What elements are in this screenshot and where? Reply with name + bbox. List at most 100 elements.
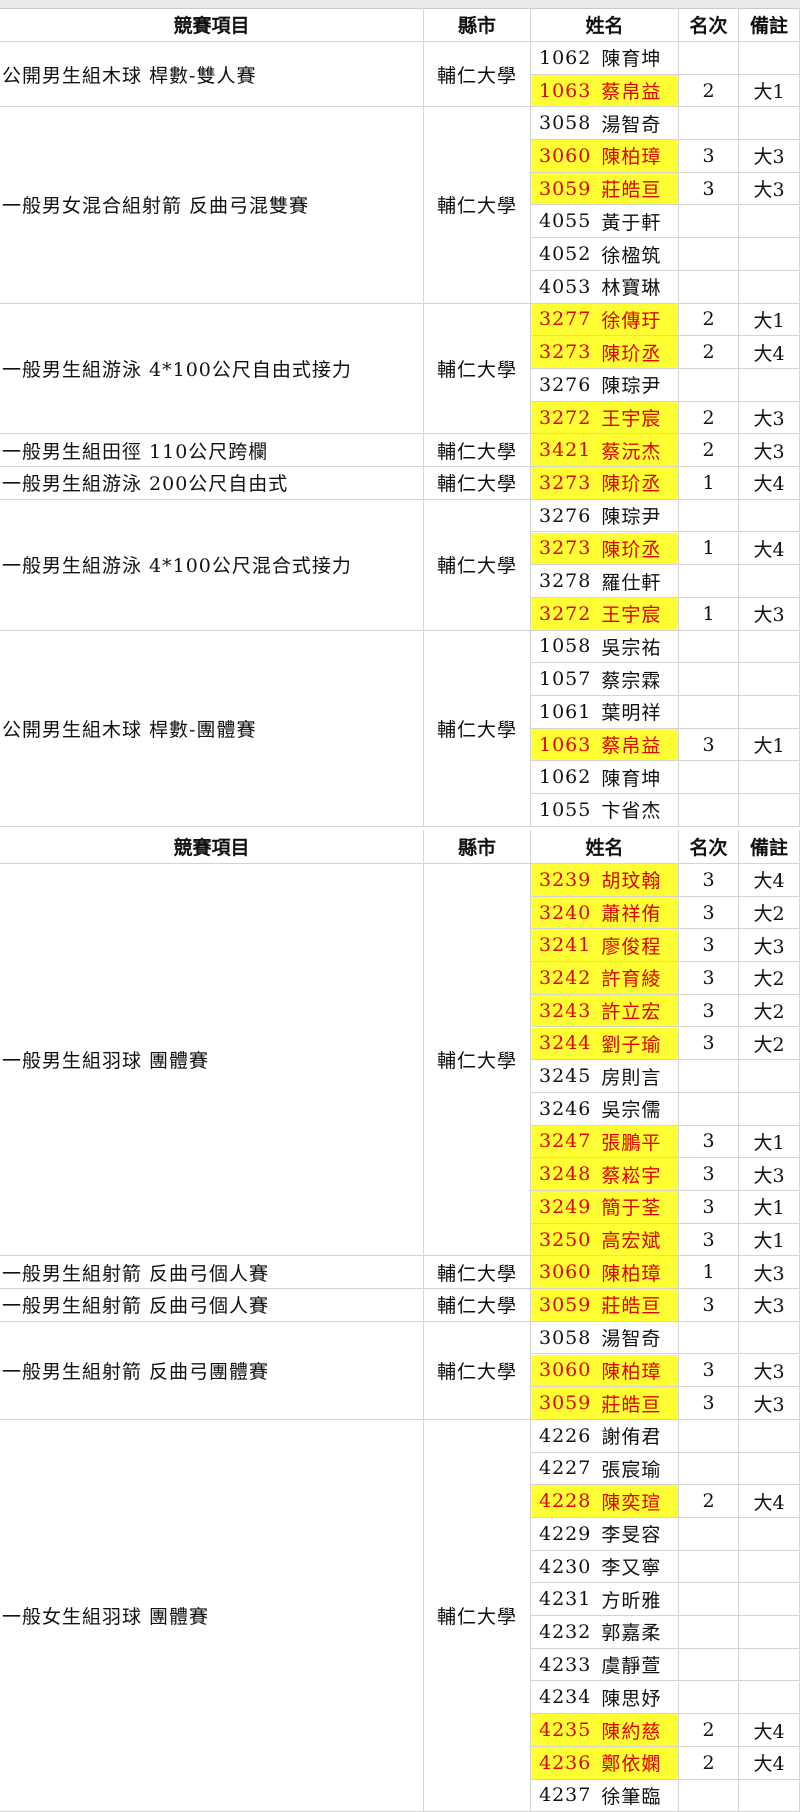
athlete-name: 陳柏璋 — [601, 146, 662, 169]
athlete-name: 湯智奇 — [601, 1328, 662, 1351]
rank-cell: 2 — [679, 1485, 739, 1518]
note-cell — [739, 565, 800, 598]
cell-text: 大4 — [753, 342, 785, 365]
cell-text: 備註 — [749, 15, 788, 37]
athlete-name: 王宇宸 — [601, 408, 662, 431]
athlete-cell: 3277 徐傳玗 — [531, 303, 679, 337]
cell-text: 輔仁大學 — [436, 1262, 517, 1285]
athlete-name: 陳玠丞 — [601, 473, 662, 496]
cell-text: 2 — [702, 79, 715, 102]
athlete-id: 3248 — [539, 1163, 592, 1186]
athlete-id: 4236 — [539, 1751, 592, 1774]
athlete-name: 莊皓亘 — [601, 1393, 662, 1416]
rank-cell — [679, 1583, 739, 1617]
rank-cell: 3 — [679, 1191, 739, 1224]
header-city: 縣市 — [424, 830, 531, 864]
rank-cell — [679, 1550, 739, 1584]
cell-text: 3 — [702, 733, 715, 756]
athlete-name: 羅仕軒 — [601, 571, 662, 594]
athlete-cell: 4052 徐楹筑 — [531, 238, 679, 271]
note-cell: 大2 — [739, 994, 800, 1028]
athlete-name: 陳玠丞 — [601, 538, 662, 561]
note-cell — [739, 663, 800, 696]
cell-text: 2 — [702, 439, 715, 462]
note-cell — [739, 1550, 800, 1584]
athlete-id: 3243 — [539, 999, 592, 1022]
rank-cell — [679, 1452, 739, 1486]
cell-text: 一般女生組羽球 團體賽 — [2, 1606, 210, 1629]
note-cell: 大1 — [739, 728, 800, 762]
athlete-cell: 4055 黃于軒 — [531, 205, 679, 239]
cell-text: 輔仁大學 — [436, 440, 517, 463]
rank-cell — [679, 369, 739, 402]
header-rank: 名次 — [679, 8, 739, 42]
athlete-id: 4227 — [539, 1457, 592, 1480]
athlete-name: 陳約慈 — [601, 1720, 662, 1743]
event-cell: 公開男生組木球 桿數-團體賽 — [0, 630, 424, 827]
rank-cell — [679, 205, 739, 239]
athlete-name: 蔡崧宇 — [601, 1164, 662, 1187]
city-cell: 輔仁大學 — [424, 1289, 531, 1322]
cell-text: 大3 — [753, 440, 785, 463]
athlete-cell: 3239 胡玟翰 — [531, 864, 679, 897]
athlete-id: 4231 — [539, 1588, 592, 1611]
cell-text: 公開男生組木球 桿數-雙人賽 — [2, 64, 257, 87]
note-cell: 大2 — [739, 896, 800, 930]
athlete-name: 莊皓亘 — [601, 1295, 662, 1318]
athlete-name: 簡于荃 — [601, 1197, 662, 1220]
cell-text: 3 — [702, 1130, 715, 1153]
cell-text: 輔仁大學 — [436, 1050, 517, 1073]
cell-text: 一般男生組射箭 反曲弓團體賽 — [2, 1360, 270, 1383]
city-cell: 輔仁大學 — [424, 107, 531, 304]
rank-cell — [679, 499, 739, 533]
event-cell: 一般男生組游泳 200公尺自由式 — [0, 467, 424, 500]
athlete-cell: 1062 陳育坤 — [531, 761, 679, 795]
athlete-name: 陳育坤 — [601, 48, 662, 71]
athlete-name: 張鵬平 — [601, 1131, 662, 1154]
rank-cell: 3 — [679, 896, 739, 930]
city-cell: 輔仁大學 — [424, 303, 531, 435]
cell-text: 競賽項目 — [173, 15, 250, 37]
athlete-cell: 4228 陳奕瑄 — [531, 1485, 679, 1518]
note-cell — [739, 1092, 800, 1126]
header-note: 備註 — [739, 830, 800, 864]
athlete-cell: 3059 莊皓亘 — [531, 1387, 679, 1420]
header-note: 備註 — [739, 8, 800, 42]
athlete-name: 陳思妤 — [601, 1687, 662, 1710]
athlete-id: 3245 — [539, 1065, 592, 1088]
athlete-id: 3273 — [539, 471, 592, 494]
athlete-cell: 3240 蕭祥侑 — [531, 896, 679, 930]
note-cell: 大3 — [739, 929, 800, 963]
note-cell: 大3 — [739, 140, 800, 173]
athlete-cell: 4232 郭嘉柔 — [531, 1616, 679, 1649]
athlete-id: 4234 — [539, 1686, 592, 1709]
athlete-cell: 3060 陳柏璋 — [531, 1256, 679, 1290]
note-cell: 大3 — [739, 1289, 800, 1322]
rank-cell — [679, 794, 739, 827]
cell-text: 大3 — [753, 408, 785, 431]
athlete-id: 4053 — [539, 275, 592, 298]
note-cell: 大3 — [739, 401, 800, 435]
note-cell — [739, 205, 800, 239]
cell-text: 大4 — [753, 538, 785, 561]
athlete-id: 3059 — [539, 1293, 592, 1316]
cell-text: 名次 — [689, 15, 728, 37]
cell-text: 輔仁大學 — [436, 473, 517, 496]
cell-text: 大2 — [753, 903, 785, 926]
rank-cell — [679, 107, 739, 141]
athlete-id: 3276 — [539, 373, 592, 396]
cell-text: 大3 — [753, 604, 785, 627]
athlete-cell: 4233 虞靜萱 — [531, 1648, 679, 1682]
athlete-cell: 3249 簡于荃 — [531, 1191, 679, 1224]
cell-text: 大3 — [753, 935, 785, 958]
athlete-cell: 4231 方昕雅 — [531, 1583, 679, 1617]
cell-text: 大1 — [753, 1230, 785, 1253]
note-cell: 大4 — [739, 467, 800, 500]
rank-cell: 3 — [679, 962, 739, 995]
note-cell: 大1 — [739, 1191, 800, 1224]
cell-text: 縣市 — [457, 15, 496, 37]
athlete-name: 蔡沅杰 — [601, 440, 662, 463]
cell-text: 大3 — [753, 1393, 785, 1416]
note-cell: 大1 — [739, 1223, 800, 1257]
athlete-cell: 3272 王宇宸 — [531, 597, 679, 631]
